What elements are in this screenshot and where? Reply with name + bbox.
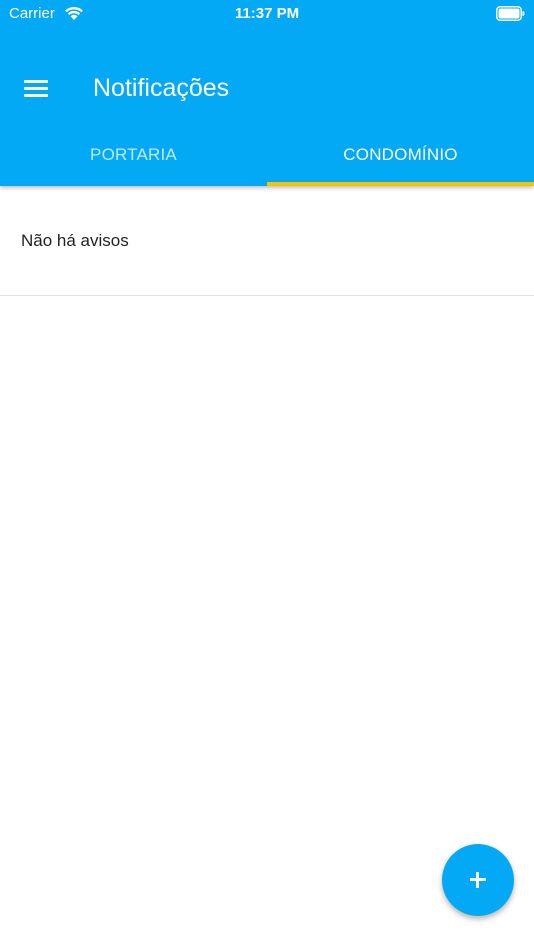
hamburger-menu-icon[interactable] xyxy=(16,72,56,104)
tab-indicator xyxy=(267,182,534,186)
add-notification-button[interactable] xyxy=(442,844,514,916)
battery-icon xyxy=(496,6,525,21)
toolbar: Notificações xyxy=(0,58,534,118)
empty-state-item: Não há avisos xyxy=(0,186,534,296)
page-title: Notificações xyxy=(93,74,230,102)
tab-condominio[interactable]: CONDOMÍNIO xyxy=(267,124,534,186)
app-bar: Carrier 11:37 PM Notificações PORTARIA C… xyxy=(0,0,534,186)
status-time: 11:37 PM xyxy=(234,5,300,22)
notifications-list: Não há avisos xyxy=(0,186,534,950)
tab-portaria[interactable]: PORTARIA xyxy=(0,124,267,186)
tab-bar: PORTARIA CONDOMÍNIO xyxy=(0,124,534,186)
status-bar: Carrier 11:37 PM xyxy=(0,0,534,28)
empty-state-message: Não há avisos xyxy=(21,231,129,250)
